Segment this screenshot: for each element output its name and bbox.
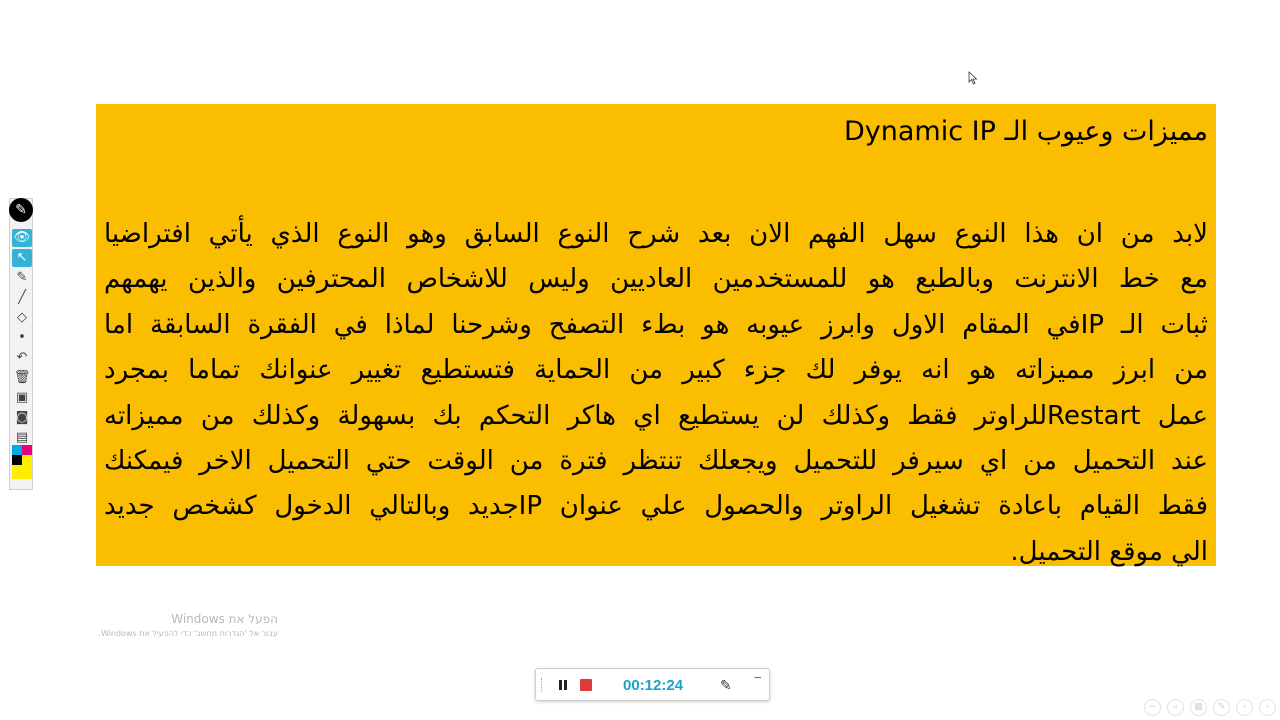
color-swatches: [12, 445, 32, 479]
watermark-subtitle: עבור אל 'הגדרות מחשב' כדי להפעיל את Wind…: [98, 629, 278, 638]
body-line: من ابرز مميزاته هو انه يوفر لك جزء كبير …: [104, 355, 1208, 386]
eye-icon[interactable]: 👁: [12, 229, 32, 247]
next-icon[interactable]: ›: [1259, 699, 1276, 716]
body-line: الي موقع التحميل.: [1010, 536, 1208, 567]
slide-title: مميزات وعيوب الـ Dynamic IP: [844, 116, 1208, 147]
undo-icon[interactable]: ↶: [12, 349, 32, 367]
swatch-yellow-2[interactable]: [12, 465, 32, 479]
trash-icon[interactable]: 🗑: [12, 369, 32, 387]
body-line: ثبات الـ IPفي المقام الاول وابرز عيوبه ه…: [104, 309, 1208, 340]
screen-icon[interactable]: ▣: [12, 389, 32, 407]
body-line: عند التحميل من اي سيرفر للتحميل ويجعلك ت…: [104, 445, 1208, 476]
screen-recorder-bar: 00:12:24 ✎ −: [535, 668, 770, 701]
mouse-cursor-icon: [968, 71, 978, 85]
minimize-button[interactable]: −: [754, 671, 762, 685]
swatch-magenta[interactable]: [22, 445, 32, 455]
watermark-title: הפעל את Windows: [171, 612, 278, 626]
pen-icon[interactable]: ✎: [12, 269, 32, 287]
app-logo-icon[interactable]: ✎: [9, 198, 33, 222]
slideshow-controls: − ⌕ ▦ ✎ ‹ ›: [1144, 699, 1276, 717]
body-line: لابد من ان هذا النوع سهل الفهم الان بعد …: [104, 219, 1208, 249]
windows-activation-watermark: הפעל את Windows עבור אל 'הגדרות מחשב' כד…: [64, 612, 278, 640]
stop-button[interactable]: [580, 679, 592, 691]
swatch-cyan[interactable]: [12, 445, 22, 455]
body-line: عمل Restartللراوتر فقط وكذلك لن يستطيع ا…: [104, 400, 1208, 431]
body-line: مع خط الانترنت وبالطبع هو للمستخدمين الع…: [104, 264, 1208, 295]
eraser-icon[interactable]: ◇: [12, 309, 32, 327]
pause-button[interactable]: [556, 678, 570, 692]
pen-icon[interactable]: ✎: [1213, 699, 1230, 716]
zoom-in-icon[interactable]: ⌕: [1167, 699, 1184, 716]
prev-icon[interactable]: ‹: [1236, 699, 1253, 716]
slide-body: لابد من ان هذا النوع سهل الفهم الان بعد …: [104, 212, 1208, 575]
grid-icon[interactable]: ▦: [1190, 699, 1207, 716]
pen-tool-icon[interactable]: ✎: [720, 677, 732, 693]
slide-content-box: مميزات وعيوب الـ Dynamic IP لابد من ان ه…: [96, 104, 1216, 567]
zoom-out-icon[interactable]: −: [1144, 699, 1161, 716]
annotation-toolbar: ✎ 👁 ↖ ✎ ╱ ◇ • ↶ 🗑 ▣ ◙ ▤: [9, 198, 33, 490]
line-icon[interactable]: ╱: [12, 289, 32, 307]
drag-handle[interactable]: [541, 678, 545, 692]
swatch-yellow[interactable]: [22, 455, 32, 465]
body-line: فقط القيام باعادة تشغيل الراوتر والحصول …: [104, 491, 1208, 522]
camera-icon[interactable]: ◙: [12, 409, 32, 427]
pointer-icon[interactable]: ↖: [12, 249, 32, 267]
dot-icon[interactable]: •: [12, 329, 32, 347]
recording-timer: 00:12:24: [623, 677, 684, 694]
swatch-black[interactable]: [12, 455, 22, 465]
